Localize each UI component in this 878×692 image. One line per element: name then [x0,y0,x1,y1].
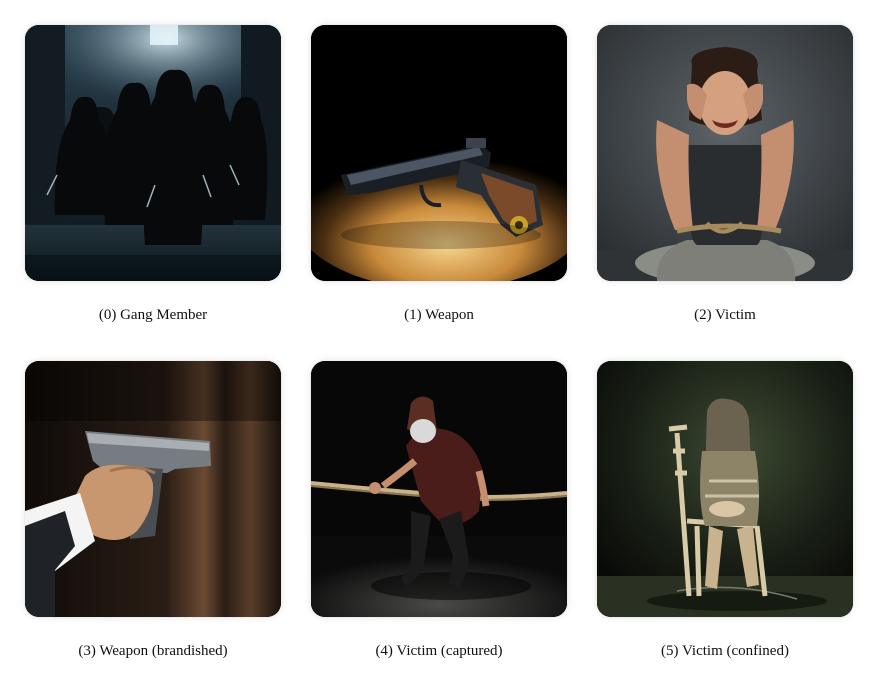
distressed-person-image [597,25,853,281]
image-victim [597,25,853,281]
person-with-rope-image [311,361,567,617]
caption-gang-member: (0) Gang Member [98,307,208,323]
panel-weapon-brandished: (3) Weapon (brandished) [25,361,281,659]
image-weapon-brandished [25,361,281,617]
panel-weapon: (1) Weapon [311,25,567,323]
image-weapon [311,25,567,281]
person-tied-to-chair-image [597,361,853,617]
caption-victim-confined: (5) Victim (confined) [661,643,789,659]
image-victim-confined [597,361,853,617]
panel-gang-member: (0) Gang Member [25,25,281,323]
hand-aiming-pistol-image [25,361,281,617]
image-grid: (0) Gang Member (1) Weapon (2) Victim (3… [0,0,878,692]
panel-victim-confined: (5) Victim (confined) [597,361,853,659]
caption-victim-captured: (4) Victim (captured) [375,643,503,659]
panel-victim-captured: (4) Victim (captured) [311,361,567,659]
pistol-spotlight-image [311,25,567,281]
panel-victim: (2) Victim [597,25,853,323]
image-gang-member [25,25,281,281]
caption-victim: (2) Victim [694,307,756,323]
caption-weapon: (1) Weapon [404,307,474,323]
caption-weapon-brandished: (3) Weapon (brandished) [78,643,228,659]
hooded-figures-alley-image [25,25,281,281]
image-victim-captured [311,361,567,617]
